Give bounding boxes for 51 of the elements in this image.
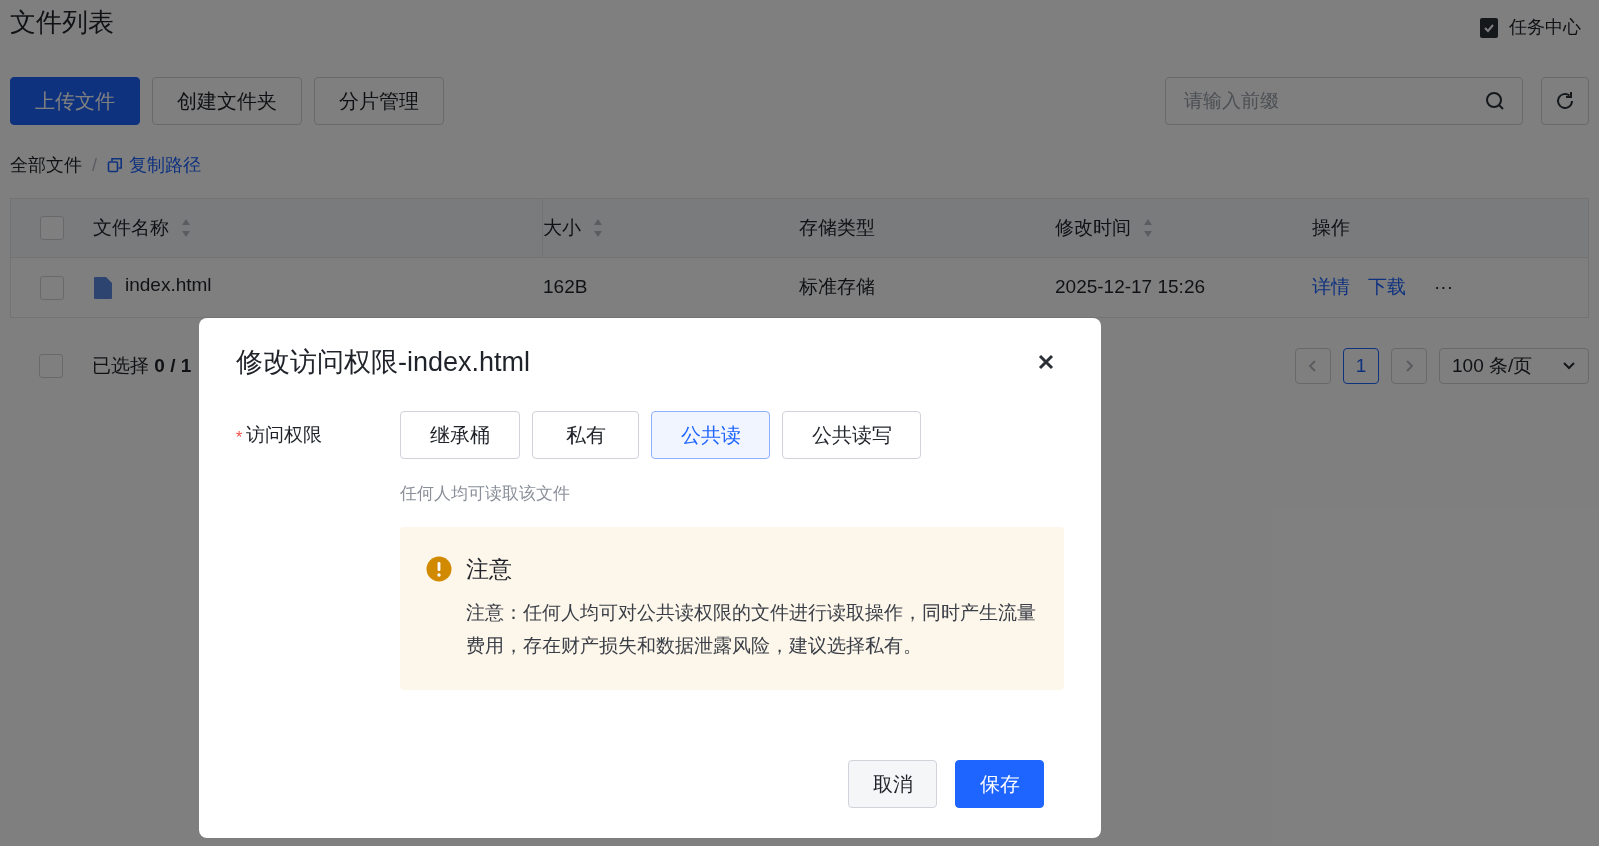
action-link[interactable]: 下载 xyxy=(1368,273,1406,302)
permission-option[interactable]: 公共读 xyxy=(651,411,770,459)
dialog-button[interactable]: 保存 xyxy=(955,760,1044,808)
toolbar-button[interactable]: 分片管理 xyxy=(314,77,444,125)
breadcrumb-item[interactable]: 全部文件 xyxy=(10,151,82,179)
column-header: 修改时间 xyxy=(1055,215,1131,240)
page-title: 文件列表 xyxy=(10,6,114,39)
hint-text: 任何人均可读取该文件 xyxy=(400,483,571,505)
dialog-button[interactable]: 取消 xyxy=(848,760,937,808)
sort-icon[interactable] xyxy=(181,218,191,238)
previous-page-button[interactable] xyxy=(1295,348,1331,384)
close-icon[interactable] xyxy=(1037,353,1055,371)
column-header: 大小 xyxy=(543,215,581,240)
task-center-link[interactable]: 任务中心 xyxy=(1509,14,1581,41)
refresh-icon xyxy=(1554,90,1576,112)
table-cell: 2025-12-17 15:26 xyxy=(1055,276,1205,298)
notice-title: 注意 xyxy=(466,554,512,584)
search-icon[interactable] xyxy=(1485,91,1505,111)
field-label: 访问权限 xyxy=(246,422,323,447)
table-cell: 标准存储 xyxy=(799,276,875,298)
notice-text: 注意：任何人均可对公共读权限的文件进行读取操作，同时产生流量费用，存在财产损失和数据泄露风险，建议选择私有。 xyxy=(466,601,1037,658)
column-header: 操作 xyxy=(1312,215,1350,240)
column-header: 文件名称 xyxy=(93,215,169,240)
chevron-right-icon xyxy=(1404,359,1414,373)
sort-icon[interactable] xyxy=(1143,218,1153,238)
selection-count: 已选择 0 / 1 xyxy=(92,353,192,378)
sort-icon[interactable] xyxy=(593,218,603,238)
checked-clipboard-icon[interactable] xyxy=(1479,16,1499,39)
more-button[interactable]: ··· xyxy=(1434,273,1453,302)
file-name[interactable]: index.html xyxy=(125,271,212,300)
dialog-title: 修改访问权限-index.html xyxy=(236,346,531,379)
warning-icon xyxy=(426,555,452,582)
breadcrumb-separator: / xyxy=(92,153,97,177)
table-cell: 162B xyxy=(543,276,588,298)
permission-option[interactable]: 公共读写 xyxy=(782,411,921,459)
copy-icon xyxy=(107,157,123,173)
permission-option[interactable]: 私有 xyxy=(532,411,639,459)
file-icon xyxy=(93,275,113,300)
refresh-button[interactable] xyxy=(1541,77,1589,125)
action-link[interactable]: 详情 xyxy=(1312,273,1350,302)
permission-option[interactable]: 继承桶 xyxy=(400,411,520,459)
copy-path-link[interactable]: 复制路径 xyxy=(107,151,201,179)
required-mark: * xyxy=(236,428,243,448)
chevron-down-icon xyxy=(1562,361,1576,371)
page-button[interactable]: 1 xyxy=(1343,348,1379,384)
column-header: 存储类型 xyxy=(799,215,875,240)
toolbar-button[interactable]: 上传文件 xyxy=(10,77,140,125)
next-page-button[interactable] xyxy=(1391,348,1427,384)
page-size-dropdown[interactable]: 100 条/页 xyxy=(1439,348,1589,384)
toolbar-button[interactable]: 创建文件夹 xyxy=(152,77,302,125)
chevron-left-icon xyxy=(1308,359,1318,373)
